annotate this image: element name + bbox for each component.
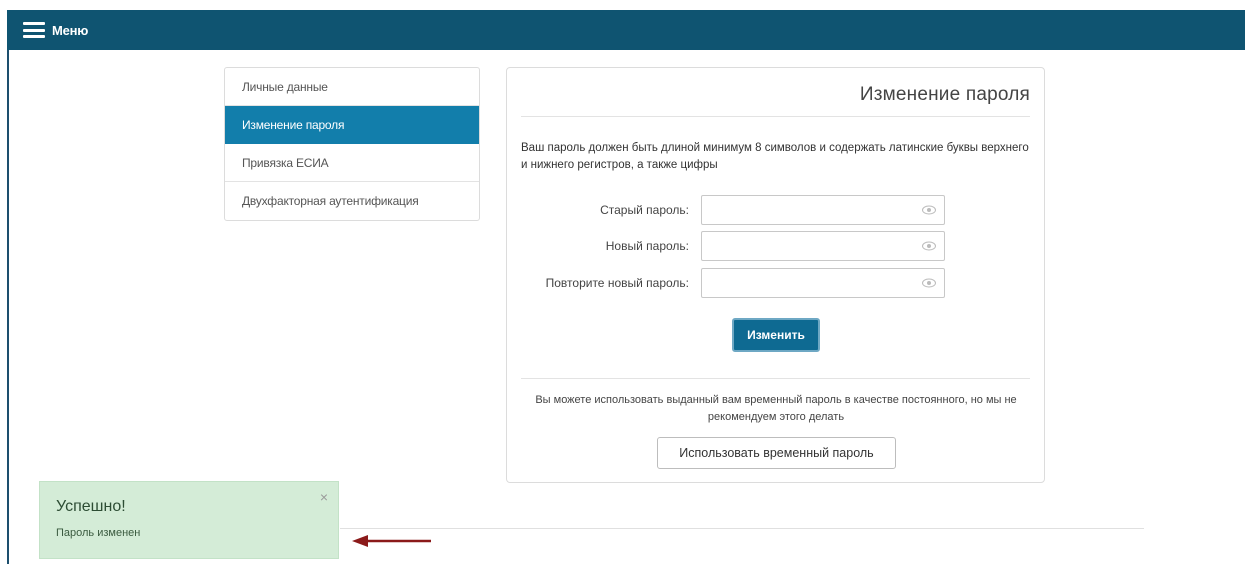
use-temporary-password-button[interactable]: Использовать временный пароль (657, 437, 896, 469)
temporary-password-note: Вы можете использовать выданный вам врем… (535, 394, 1017, 423)
old-password-field-box (701, 195, 945, 225)
eye-icon[interactable] (922, 241, 936, 251)
old-password-label: Старый пароль: (600, 203, 689, 217)
sidebar-item-personal-data[interactable]: Личные данные (225, 68, 479, 106)
close-icon[interactable]: × (320, 489, 328, 505)
repeat-password-input[interactable] (702, 269, 912, 297)
page-title: Изменение пароля (859, 84, 1030, 105)
new-password-label: Новый пароль: (605, 239, 689, 253)
sidebar-item-esia-binding[interactable]: Привязка ЕСИА (225, 144, 479, 182)
new-password-row: Новый пароль: (521, 231, 951, 261)
divider (521, 378, 1030, 379)
divider (521, 116, 1030, 117)
old-password-input[interactable] (702, 196, 912, 224)
sidebar-item-change-password[interactable]: Изменение пароля (225, 106, 479, 144)
new-password-field-box (701, 231, 945, 261)
old-password-row: Старый пароль: (521, 195, 951, 225)
repeat-password-field-box (701, 268, 945, 298)
change-password-button[interactable]: Изменить (732, 318, 820, 352)
toast-title: Успешно! (56, 498, 126, 515)
menu-label[interactable]: Меню (52, 23, 88, 38)
eye-icon[interactable] (922, 205, 936, 215)
divider (340, 528, 1144, 529)
eye-icon[interactable] (922, 278, 936, 288)
change-password-card: Изменение пароля Ваш пароль должен быть … (506, 67, 1045, 483)
toast-message: Пароль изменен (56, 527, 141, 539)
repeat-password-row: Повторите новый пароль: (521, 268, 951, 298)
top-navbar: Меню (7, 10, 1245, 50)
repeat-password-label: Повторите новый пароль: (545, 276, 689, 290)
window-left-border (7, 10, 9, 564)
annotation-arrow-icon (352, 535, 431, 547)
sidebar-item-two-factor-auth[interactable]: Двухфакторная аутентификация (225, 182, 479, 220)
hamburger-icon[interactable] (23, 22, 45, 38)
password-requirements-text: Ваш пароль должен быть длиной минимум 8 … (521, 142, 1029, 171)
success-toast: Успешно! Пароль изменен × (39, 481, 339, 559)
new-password-input[interactable] (702, 232, 912, 260)
settings-sidebar: Личные данные Изменение пароля Привязка … (224, 67, 480, 221)
